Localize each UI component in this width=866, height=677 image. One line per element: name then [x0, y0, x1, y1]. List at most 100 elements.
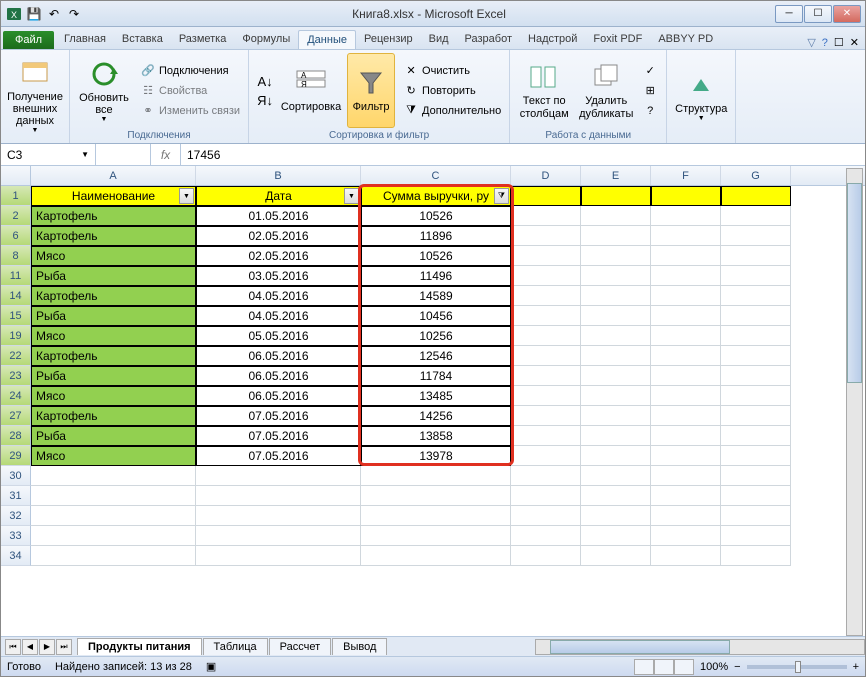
text-to-columns-button[interactable]: Текст по столбцам: [516, 53, 572, 128]
consolidate-button[interactable]: ⊞: [640, 82, 660, 100]
minimize-ribbon-icon[interactable]: ▽: [807, 36, 815, 49]
cell[interactable]: 12546: [361, 346, 511, 366]
advanced-filter-button[interactable]: ⧩Дополнительно: [401, 102, 503, 120]
cell[interactable]: Рыба: [31, 306, 196, 326]
col-header-D[interactable]: D: [511, 166, 581, 185]
ribbon-tab-вставка[interactable]: Вставка: [114, 30, 171, 49]
cell[interactable]: Картофель: [31, 346, 196, 366]
filter-dropdown-icon[interactable]: ▼: [179, 188, 194, 204]
row-header[interactable]: 19: [1, 326, 31, 346]
cell[interactable]: Мясо: [31, 446, 196, 466]
cell[interactable]: 11496: [361, 266, 511, 286]
ribbon-tab-надстрой[interactable]: Надстрой: [520, 30, 585, 49]
cell[interactable]: 06.05.2016: [196, 386, 361, 406]
cell[interactable]: 10456: [361, 306, 511, 326]
ribbon-tab-данные[interactable]: Данные: [298, 30, 356, 49]
cell[interactable]: 10526: [361, 206, 511, 226]
cell[interactable]: Мясо: [31, 246, 196, 266]
row-header[interactable]: 14: [1, 286, 31, 306]
sheet-tab[interactable]: Вывод: [332, 638, 387, 655]
cell[interactable]: 13858: [361, 426, 511, 446]
filter-dropdown-icon[interactable]: ▼: [344, 188, 359, 204]
fx-icon[interactable]: fx: [151, 144, 181, 165]
sheet-tab[interactable]: Рассчет: [269, 638, 332, 655]
sort-za-button[interactable]: Я↓: [255, 91, 275, 109]
row-header[interactable]: 29: [1, 446, 31, 466]
whatif-button[interactable]: ?: [640, 102, 660, 120]
select-all-corner[interactable]: [1, 166, 31, 185]
header-cell-date[interactable]: Дата▼: [196, 186, 361, 206]
cell[interactable]: Картофель: [31, 226, 196, 246]
cell[interactable]: 05.05.2016: [196, 326, 361, 346]
properties-button[interactable]: ☷Свойства: [138, 82, 242, 100]
get-external-data-button[interactable]: Получение внешних данных ▼: [7, 53, 63, 139]
minimize-button[interactable]: ─: [775, 5, 803, 23]
ribbon-tab-главная[interactable]: Главная: [56, 30, 114, 49]
cell[interactable]: 07.05.2016: [196, 426, 361, 446]
cell[interactable]: Рыба: [31, 266, 196, 286]
cell[interactable]: 14256: [361, 406, 511, 426]
cell[interactable]: 13485: [361, 386, 511, 406]
sort-button[interactable]: AЯ Сортировка: [281, 53, 341, 128]
formula-input[interactable]: 17456: [181, 144, 865, 165]
outline-button[interactable]: Структура ▼: [673, 53, 729, 139]
name-box[interactable]: C3▼: [1, 144, 96, 165]
cell[interactable]: 11896: [361, 226, 511, 246]
cell[interactable]: 13978: [361, 446, 511, 466]
zoom-out-button[interactable]: −: [734, 661, 740, 673]
macro-record-icon[interactable]: ▣: [206, 660, 216, 673]
refresh-all-button[interactable]: Обновить все ▼: [76, 53, 132, 128]
edit-links-button[interactable]: ⚭Изменить связи: [138, 102, 242, 120]
cell[interactable]: 03.05.2016: [196, 266, 361, 286]
undo-icon[interactable]: ↶: [45, 5, 63, 23]
col-header-E[interactable]: E: [581, 166, 651, 185]
cell[interactable]: 10526: [361, 246, 511, 266]
row-header[interactable]: 15: [1, 306, 31, 326]
ribbon-tab-разметка[interactable]: Разметка: [171, 30, 235, 49]
ribbon-tab-abbyy pd[interactable]: ABBYY PD: [650, 30, 721, 49]
save-icon[interactable]: 💾: [25, 5, 43, 23]
col-header-B[interactable]: B: [196, 166, 361, 185]
row-header[interactable]: 33: [1, 526, 31, 546]
col-header-F[interactable]: F: [651, 166, 721, 185]
sheet-nav-next[interactable]: ▶: [39, 639, 55, 655]
sheet-tab[interactable]: Продукты питания: [77, 638, 202, 655]
cell[interactable]: Картофель: [31, 206, 196, 226]
cell[interactable]: 11784: [361, 366, 511, 386]
header-cell-revenue[interactable]: Сумма выручки, ру⧩: [361, 186, 511, 206]
horizontal-scrollbar[interactable]: [535, 639, 865, 655]
maximize-button[interactable]: ☐: [804, 5, 832, 23]
doc-close-icon[interactable]: ✕: [850, 36, 859, 49]
row-header[interactable]: 1: [1, 186, 31, 206]
row-header[interactable]: 11: [1, 266, 31, 286]
header-cell-name[interactable]: Наименование▼: [31, 186, 196, 206]
help-icon[interactable]: ?: [822, 37, 828, 49]
cell[interactable]: 04.05.2016: [196, 306, 361, 326]
ribbon-tab-формулы[interactable]: Формулы: [234, 30, 298, 49]
clear-filter-button[interactable]: ✕Очистить: [401, 62, 503, 80]
row-header[interactable]: 24: [1, 386, 31, 406]
sheet-tab[interactable]: Таблица: [203, 638, 268, 655]
col-header-A[interactable]: A: [31, 166, 196, 185]
zoom-in-button[interactable]: +: [853, 661, 859, 673]
row-header[interactable]: 32: [1, 506, 31, 526]
file-tab[interactable]: Файл: [3, 31, 54, 49]
row-header[interactable]: 22: [1, 346, 31, 366]
filter-button[interactable]: Фильтр: [347, 53, 395, 128]
vertical-scrollbar[interactable]: [846, 168, 863, 636]
cell[interactable]: 02.05.2016: [196, 226, 361, 246]
filter-active-icon[interactable]: ⧩: [494, 188, 509, 204]
col-header-G[interactable]: G: [721, 166, 791, 185]
redo-icon[interactable]: ↷: [65, 5, 83, 23]
cell[interactable]: Рыба: [31, 366, 196, 386]
cell[interactable]: 06.05.2016: [196, 366, 361, 386]
remove-duplicates-button[interactable]: Удалить дубликаты: [578, 53, 634, 128]
close-button[interactable]: ✕: [833, 5, 861, 23]
sheet-nav-prev[interactable]: ◀: [22, 639, 38, 655]
ribbon-tab-foxit pdf[interactable]: Foxit PDF: [585, 30, 650, 49]
row-header[interactable]: 28: [1, 426, 31, 446]
cell[interactable]: Мясо: [31, 326, 196, 346]
view-layout-button[interactable]: [654, 659, 674, 675]
view-normal-button[interactable]: [634, 659, 654, 675]
cell[interactable]: 14589: [361, 286, 511, 306]
